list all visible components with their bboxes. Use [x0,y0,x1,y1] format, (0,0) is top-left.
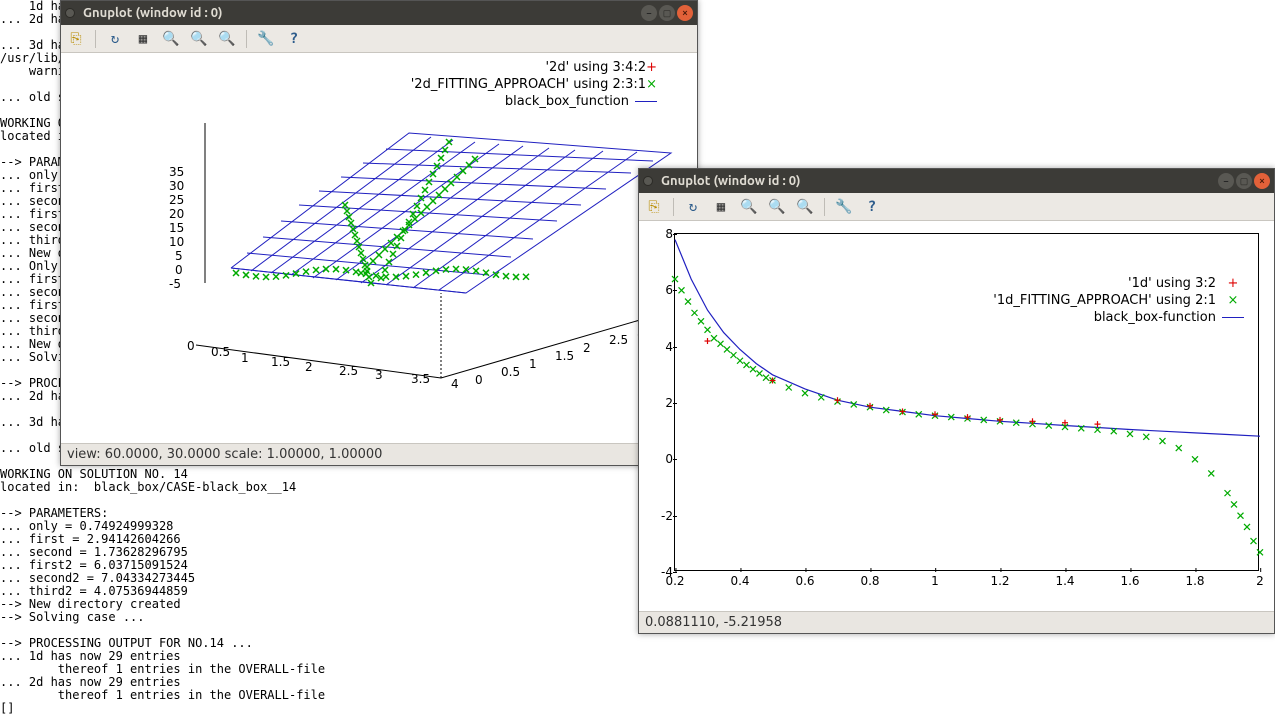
titlebar[interactable]: Gnuplot (window id : 0) – ▢ × [639,169,1274,193]
statusbar: 0.0881110, -5.21958 [639,611,1274,633]
grid-icon[interactable]: ▦ [134,30,152,48]
refresh-icon[interactable]: ↻ [684,198,702,216]
grid-icon[interactable]: ▦ [712,198,730,216]
gnuplot-window-2d: Gnuplot (window id : 0) – ▢ × ⎘ ↻ ▦ 🔍 🔍 … [638,168,1275,634]
maximize-button[interactable]: ▢ [1236,173,1252,189]
toolbar: ⎘ ↻ ▦ 🔍 🔍 🔍 🔧 ? [639,193,1274,221]
legend-2d: '1d' using 3:2+'1d_FITTING_APPROACH' usi… [993,275,1244,326]
app-icon [65,8,75,18]
zoom-out-icon[interactable]: 🔍 [768,198,786,216]
close-button[interactable]: × [677,5,693,21]
app-icon [643,176,653,186]
zoom-in-icon[interactable]: 🔍 [162,30,180,48]
help-icon[interactable]: ? [863,198,881,216]
window-title: Gnuplot (window id : 0) [83,6,641,20]
refresh-icon[interactable]: ↻ [106,30,124,48]
legend-3d: '2d' using 3:4:2+'2d_FITTING_APPROACH' u… [411,59,657,110]
plot-area-2d[interactable]: -4-2024680.20.40.60.811.21.41.61.82 '1d'… [639,221,1274,611]
settings-icon[interactable]: 🔧 [835,198,853,216]
zoom-in-icon[interactable]: 🔍 [740,198,758,216]
titlebar[interactable]: Gnuplot (window id : 0) – ▢ × [61,1,697,25]
status-text: 0.0881110, -5.21958 [645,615,782,630]
minimize-button[interactable]: – [641,5,657,21]
zoom-fit-icon[interactable]: 🔍 [218,30,236,48]
copy-icon[interactable]: ⎘ [67,30,85,48]
copy-icon[interactable]: ⎘ [645,198,663,216]
close-button[interactable]: × [1254,173,1270,189]
settings-icon[interactable]: 🔧 [257,30,275,48]
minimize-button[interactable]: – [1218,173,1234,189]
window-title: Gnuplot (window id : 0) [661,174,1218,188]
plot-area-3d[interactable]: -5 0 5 10 15 20 25 30 35 0 0.5 1 1.5 2 2… [61,53,697,443]
zoom-fit-icon[interactable]: 🔍 [796,198,814,216]
toolbar: ⎘ ↻ ▦ 🔍 🔍 🔍 🔧 ? [61,25,697,53]
statusbar: view: 60.0000, 30.0000 scale: 1.00000, 1… [61,443,697,465]
status-text: view: 60.0000, 30.0000 scale: 1.00000, 1… [67,447,382,462]
maximize-button[interactable]: ▢ [659,5,675,21]
zoom-out-icon[interactable]: 🔍 [190,30,208,48]
help-icon[interactable]: ? [285,30,303,48]
gnuplot-window-3d: Gnuplot (window id : 0) – ▢ × ⎘ ↻ ▦ 🔍 🔍 … [60,0,698,466]
surface-plot [61,53,697,441]
